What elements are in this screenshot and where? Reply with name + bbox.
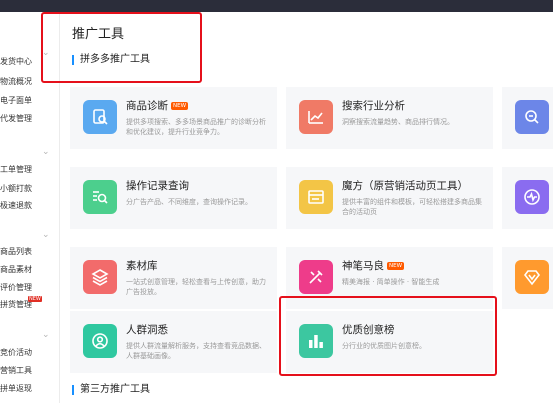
chevron-icon[interactable]: ⌄ — [42, 330, 50, 340]
top-bar — [0, 0, 553, 12]
tool-card[interactable]: 魔方（原营销活动页工具） 提供丰富的组件和模板，可轻松搭建多商品集合的活动页 — [286, 167, 493, 229]
chevron-icon[interactable]: ⌄ — [42, 147, 50, 157]
tool-card-description: 一站式创意管理，轻松查看与上传创意，助力广告投放。 — [126, 278, 266, 296]
new-badge: NEW — [28, 296, 42, 302]
tool-card-title: 操作记录查询 — [126, 178, 189, 193]
tool-card-title-text: 魔方（原营销活动页工具） — [342, 180, 468, 192]
highlight-box — [279, 296, 497, 376]
sidebar-item[interactable]: 物流概况 — [0, 77, 32, 87]
tool-card-title-text: 搜索行业分析 — [342, 100, 405, 112]
tool-card-partial[interactable] — [502, 87, 553, 149]
highlight-box — [41, 12, 202, 83]
sidebar-item[interactable]: 代发管理 — [0, 114, 32, 124]
tool-card-title-text: 神笔马良 — [342, 260, 384, 272]
tool-card-partial[interactable] — [502, 247, 553, 309]
sidebar-item[interactable]: 小额打款 — [0, 184, 32, 194]
sidebar-item[interactable]: 评价管理 — [0, 283, 32, 293]
sidebar-item[interactable]: 极速退款 — [0, 201, 32, 211]
tool-card-description: 提供丰富的组件和模板，可轻松搭建多商品集合的活动页 — [342, 198, 482, 216]
tool-card-title: 神笔马良 NEW — [342, 258, 405, 273]
tool-card-title-text: 操作记录查询 — [126, 180, 189, 192]
sidebar-item[interactable]: 拼单返现 — [0, 384, 32, 394]
tool-card[interactable]: 搜索行业分析洞察搜索流量趋势、商品排行情况。 — [286, 87, 493, 149]
tool-card-title-text: 人群洞悉 — [126, 324, 168, 336]
cube-page-icon — [299, 180, 333, 214]
tool-card-title-text: 商品诊断 — [126, 100, 168, 112]
tool-card-description: 精美海报 · 简单操作 · 智能生成 — [342, 278, 440, 286]
sidebar-item[interactable]: 电子面单 — [0, 96, 32, 106]
tool-card-title: 商品诊断 NEW — [126, 98, 189, 113]
tool-card-title: 搜索行业分析 — [342, 98, 405, 113]
tool-card-title-text: 素材库 — [126, 260, 158, 272]
chevron-icon[interactable]: ⌄ — [42, 230, 50, 240]
trend-chart-icon — [299, 100, 333, 134]
new-badge: NEW — [387, 262, 405, 270]
sidebar-item[interactable]: 商品列表 — [0, 247, 32, 257]
tool-card[interactable]: 素材库一站式创意管理，轻松查看与上传创意，助力广告投放。 — [70, 247, 277, 309]
magic-pen-icon — [299, 260, 333, 294]
sidebar-item[interactable]: 工单管理 — [0, 165, 32, 175]
diamond-icon — [515, 260, 549, 294]
tool-card-description: 提供人群流量解析服务，支持查看竞品数据、人群基础画像。 — [126, 342, 266, 360]
new-badge: NEW — [171, 102, 189, 110]
pulse-icon — [515, 180, 549, 214]
tool-card-description: 洞察搜索流量趋势、商品排行情况。 — [342, 118, 454, 126]
search-icon — [515, 100, 549, 134]
tool-card-title: 素材库 — [126, 258, 158, 273]
tool-card-title: 魔方（原营销活动页工具） — [342, 178, 468, 193]
tool-card-title: 人群洞悉 — [126, 322, 168, 337]
layers-icon — [83, 260, 117, 294]
sidebar-item[interactable]: 发货中心 — [0, 57, 32, 67]
tool-card-description: 提供多项搜索、多多场景商品推广的诊断分析和优化建议，提升行业竞争力。 — [126, 118, 266, 136]
section-title-third-party-tools: 第三方推广工具 — [72, 385, 150, 395]
diagnosis-icon — [83, 100, 117, 134]
tool-card-partial[interactable] — [502, 167, 553, 229]
tool-card[interactable]: 人群洞悉提供人群流量解析服务，支持查看竞品数据、人群基础画像。 — [70, 311, 277, 373]
tool-card[interactable]: 操作记录查询分广告产品、不同维度，查询操作记录。 — [70, 167, 277, 229]
sidebar-item[interactable]: 竞价活动 — [0, 348, 32, 358]
tool-card[interactable]: 商品诊断 NEW 提供多项搜索、多多场景商品推广的诊断分析和优化建议，提升行业竞争力… — [70, 87, 277, 149]
crowd-insight-icon — [83, 324, 117, 358]
sidebar-item[interactable]: 营销工具 — [0, 366, 32, 376]
tool-card-description: 分广告产品、不同维度，查询操作记录。 — [126, 198, 252, 206]
record-search-icon — [83, 180, 117, 214]
sidebar-item[interactable]: 商品素材 — [0, 265, 32, 275]
